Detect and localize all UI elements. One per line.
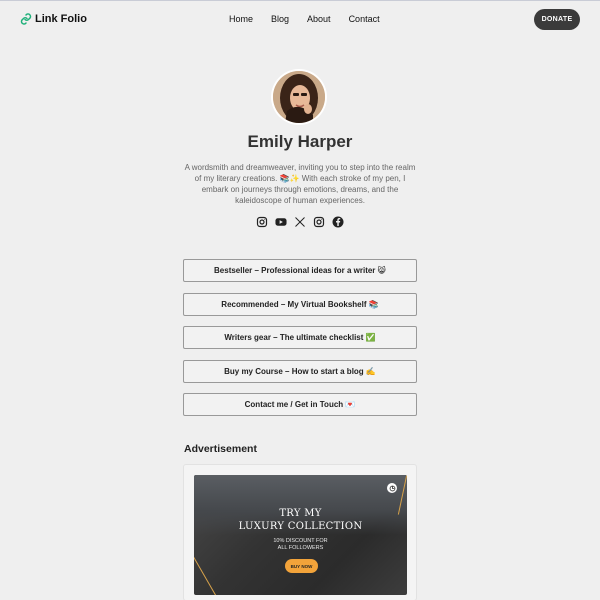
avatar [273, 71, 325, 123]
social-links [0, 216, 600, 228]
advertisement-card: TRY MY LUXURY COLLECTION 10% DISCOUNT FO… [183, 464, 417, 600]
ad-subtext-line-2: ALL FOLLOWERS [277, 545, 324, 551]
main-nav: Home Blog About Contact [229, 14, 398, 24]
link-list: Bestseller – Professional ideas for a wr… [183, 259, 417, 427]
link-button-recommended[interactable]: Recommended – My Virtual Bookshelf 📚 [183, 292, 417, 316]
link-icon [20, 13, 32, 25]
donate-button[interactable]: DONATE [534, 9, 580, 30]
link-button-contact[interactable]: Contact me / Get in Touch 💌 [183, 393, 417, 416]
profile-name: Emily Harper [247, 132, 353, 151]
advertisement-heading: Advertisement [184, 443, 257, 455]
link-button-bestseller[interactable]: Bestseller – Professional ideas for a wr… [183, 259, 417, 282]
nav-blog[interactable]: Blog [271, 14, 289, 24]
buy-now-button[interactable]: BUY NOW [285, 559, 318, 573]
ad-subtext: 10% DISCOUNT FOR ALL FOLLOWERS [194, 538, 407, 552]
ad-headline: TRY MY LUXURY COLLECTION [194, 507, 407, 533]
header: Link Folio Home Blog About Contact DONAT… [0, 1, 600, 39]
instagram-icon[interactable] [313, 216, 325, 228]
brand-name: Link Folio [35, 13, 87, 25]
link-button-buy-course[interactable]: Buy my Course – How to start a blog ✍️ [183, 359, 417, 383]
instagram-icon[interactable] [256, 216, 268, 228]
ad-subtext-line-1: 10% DISCOUNT FOR [273, 538, 328, 544]
nav-contact[interactable]: Contact [349, 14, 380, 24]
nav-home[interactable]: Home [229, 14, 253, 24]
page: Link Folio Home Blog About Contact DONAT… [0, 0, 600, 600]
ad-headline-line-1: TRY MY [279, 508, 322, 519]
advertisement-banner[interactable]: TRY MY LUXURY COLLECTION 10% DISCOUNT FO… [194, 475, 407, 595]
youtube-icon[interactable] [275, 216, 287, 228]
ad-headline-line-2: LUXURY COLLECTION [238, 521, 363, 532]
nav-about[interactable]: About [307, 14, 331, 24]
profile-bio: A wordsmith and dreamweaver, inviting yo… [184, 163, 416, 205]
brand-logo[interactable]: Link Folio [20, 13, 87, 25]
x-icon[interactable] [294, 216, 306, 228]
gold-line [194, 548, 217, 595]
brand-badge-icon [387, 483, 397, 493]
facebook-icon[interactable] [332, 216, 344, 228]
link-button-writers-gear[interactable]: Writers gear – The ultimate checklist ✅ [183, 326, 417, 349]
